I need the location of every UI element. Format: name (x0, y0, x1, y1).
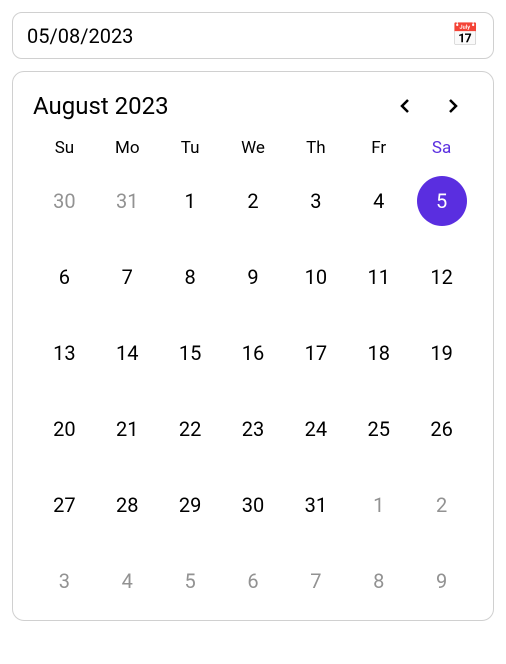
day-cell-outside[interactable]: 1 (347, 480, 410, 530)
day-cell[interactable]: 10 (284, 252, 347, 302)
day-cell[interactable]: 23 (222, 404, 285, 454)
day-cell-outside[interactable]: 4 (96, 556, 159, 606)
day-cell[interactable]: 24 (284, 404, 347, 454)
date-input[interactable]: 05/08/2023 📅 (12, 12, 494, 59)
day-cell[interactable]: 18 (347, 328, 410, 378)
chevron-left-icon (398, 99, 412, 113)
day-cell-outside[interactable]: 5 (159, 556, 222, 606)
day-cell[interactable]: 25 (347, 404, 410, 454)
day-cell[interactable]: 20 (33, 404, 96, 454)
next-month-button[interactable] (441, 94, 465, 118)
day-cell[interactable]: 16 (222, 328, 285, 378)
weekday-label: Su (33, 138, 96, 158)
weekday-row: SuMoTuWeThFrSa (33, 138, 473, 158)
day-cell-outside[interactable]: 3 (33, 556, 96, 606)
weekday-label: We (222, 138, 285, 158)
weekday-label: Tu (159, 138, 222, 158)
day-cell-outside[interactable]: 31 (96, 176, 159, 226)
days-grid: 3031123456789101112131415161718192021222… (33, 176, 473, 606)
day-cell-outside[interactable]: 7 (284, 556, 347, 606)
chevron-right-icon (446, 99, 460, 113)
nav-arrows (393, 94, 473, 118)
calendar-header: August 2023 (33, 92, 473, 120)
month-title: August 2023 (33, 92, 169, 120)
day-cell-outside[interactable]: 6 (222, 556, 285, 606)
prev-month-button[interactable] (393, 94, 417, 118)
day-cell-outside[interactable]: 9 (410, 556, 473, 606)
day-cell[interactable]: 1 (159, 176, 222, 226)
weekday-label: Th (284, 138, 347, 158)
day-cell[interactable]: 9 (222, 252, 285, 302)
day-cell-outside[interactable]: 30 (33, 176, 96, 226)
day-cell[interactable]: 22 (159, 404, 222, 454)
day-cell[interactable]: 12 (410, 252, 473, 302)
day-cell[interactable]: 14 (96, 328, 159, 378)
day-cell[interactable]: 28 (96, 480, 159, 530)
day-cell[interactable]: 26 (410, 404, 473, 454)
day-cell[interactable]: 29 (159, 480, 222, 530)
day-cell[interactable]: 13 (33, 328, 96, 378)
day-cell[interactable]: 2 (222, 176, 285, 226)
day-cell-outside[interactable]: 8 (347, 556, 410, 606)
day-cell[interactable]: 17 (284, 328, 347, 378)
day-cell[interactable]: 15 (159, 328, 222, 378)
day-cell[interactable]: 8 (159, 252, 222, 302)
weekday-label: Fr (347, 138, 410, 158)
day-cell[interactable]: 4 (347, 176, 410, 226)
day-cell[interactable]: 30 (222, 480, 285, 530)
weekday-label: Mo (96, 138, 159, 158)
weekday-label: Sa (410, 138, 473, 158)
date-input-value: 05/08/2023 (27, 24, 133, 48)
day-cell[interactable]: 3 (284, 176, 347, 226)
day-cell[interactable]: 11 (347, 252, 410, 302)
calendar-icon[interactable]: 📅 (452, 23, 479, 48)
calendar-panel: August 2023 SuMoTuWeThFrSa 3031123456789… (12, 71, 494, 621)
day-cell-outside[interactable]: 2 (410, 480, 473, 530)
day-cell[interactable]: 27 (33, 480, 96, 530)
day-cell[interactable]: 7 (96, 252, 159, 302)
day-cell-selected[interactable]: 5 (410, 176, 473, 226)
day-cell[interactable]: 31 (284, 480, 347, 530)
day-cell[interactable]: 19 (410, 328, 473, 378)
day-cell[interactable]: 6 (33, 252, 96, 302)
day-cell[interactable]: 21 (96, 404, 159, 454)
